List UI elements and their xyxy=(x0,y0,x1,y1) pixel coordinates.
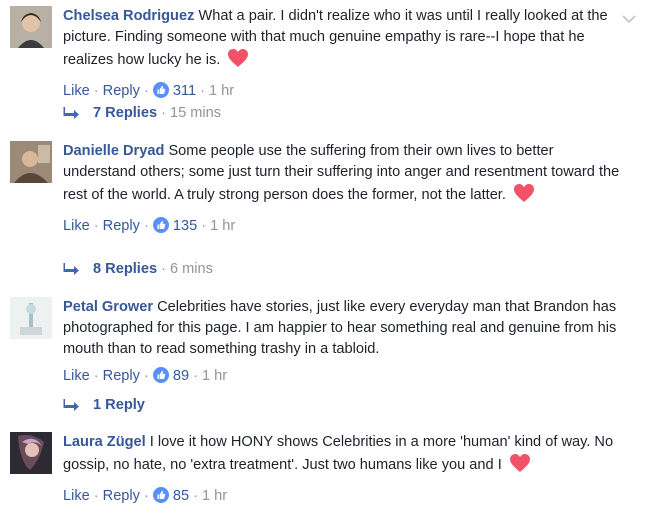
separator: · xyxy=(193,488,198,504)
heart-icon xyxy=(513,183,535,210)
reply-link[interactable]: Reply xyxy=(103,218,140,234)
separator: · xyxy=(143,368,149,384)
comment-text: Chelsea Rodriguez What a pair. I didn't … xyxy=(63,6,623,75)
like-link[interactable]: Like xyxy=(63,488,90,504)
reply-link[interactable]: Reply xyxy=(103,83,140,99)
avatar[interactable] xyxy=(10,6,52,48)
avatar[interactable] xyxy=(10,141,52,183)
reply-link[interactable]: Reply xyxy=(103,488,140,504)
separator: · xyxy=(161,261,166,277)
separator: · xyxy=(93,488,99,504)
comment-text: Danielle Dryad Some people use the suffe… xyxy=(63,141,623,210)
comment-time[interactable]: 1 hr xyxy=(202,368,227,384)
like-thumb-icon[interactable] xyxy=(152,82,169,98)
separator: · xyxy=(93,83,99,99)
like-thumb-icon[interactable] xyxy=(152,367,169,383)
comment-author[interactable]: Chelsea Rodriguez xyxy=(63,8,194,24)
reply-arrow-icon xyxy=(63,397,81,417)
like-link[interactable]: Like xyxy=(63,368,90,384)
comment-actions: Like · Reply · 311 · 1 hr xyxy=(63,81,623,101)
replies-count[interactable]: 1 Reply xyxy=(93,397,145,413)
view-replies-link[interactable]: 1 Reply xyxy=(63,395,145,415)
comment-actions: Like · Reply · 89 · 1 hr xyxy=(63,366,623,386)
comment-text: Petal Grower Celebrities have stories, j… xyxy=(63,297,623,360)
separator: · xyxy=(161,105,166,121)
reaction-count[interactable]: 89 xyxy=(173,368,189,384)
heart-icon xyxy=(227,48,249,75)
comment-time[interactable]: 1 hr xyxy=(209,83,234,99)
comment-author[interactable]: Danielle Dryad xyxy=(63,143,164,159)
like-link[interactable]: Like xyxy=(63,218,90,234)
comment-author[interactable]: Petal Grower xyxy=(63,299,153,315)
separator: · xyxy=(143,488,149,504)
separator: · xyxy=(93,368,99,384)
reaction-count[interactable]: 85 xyxy=(173,488,189,504)
comment-actions: Like · Reply · 85 · 1 hr xyxy=(63,486,623,506)
replies-count[interactable]: 7 Replies xyxy=(93,105,157,121)
reply-link[interactable]: Reply xyxy=(103,368,140,384)
separator: · xyxy=(200,83,205,99)
avatar[interactable] xyxy=(10,432,52,474)
view-replies-link[interactable]: 7 Replies · 15 mins xyxy=(63,103,221,123)
like-thumb-icon[interactable] xyxy=(152,487,169,503)
separator: · xyxy=(193,368,198,384)
separator: · xyxy=(201,218,207,234)
comment-author[interactable]: Laura Zügel xyxy=(63,434,146,450)
replies-count[interactable]: 8 Replies xyxy=(93,261,157,277)
reaction-count[interactable]: 135 xyxy=(173,218,197,234)
separator: · xyxy=(93,218,99,234)
comment-actions: Like · Reply · 135 · 1 hr xyxy=(63,216,623,236)
like-link[interactable]: Like xyxy=(63,83,90,99)
reply-arrow-icon xyxy=(63,105,81,125)
replies-time: 15 mins xyxy=(169,105,222,121)
comment-text: Laura Zügel I love it how HONY shows Cel… xyxy=(63,432,623,480)
like-thumb-icon[interactable] xyxy=(152,217,169,233)
heart-icon xyxy=(509,453,531,480)
separator: · xyxy=(143,83,149,99)
reaction-count[interactable]: 311 xyxy=(173,83,196,99)
chevron-down-icon[interactable] xyxy=(622,14,636,24)
comment-time[interactable]: 1 hr xyxy=(210,218,235,234)
reply-arrow-icon xyxy=(63,261,81,281)
avatar[interactable] xyxy=(10,297,52,339)
separator: · xyxy=(143,218,149,234)
comment-time[interactable]: 1 hr xyxy=(202,488,227,504)
view-replies-link[interactable]: 8 Replies · 6 mins xyxy=(63,259,213,279)
replies-time: 6 mins xyxy=(169,261,213,277)
